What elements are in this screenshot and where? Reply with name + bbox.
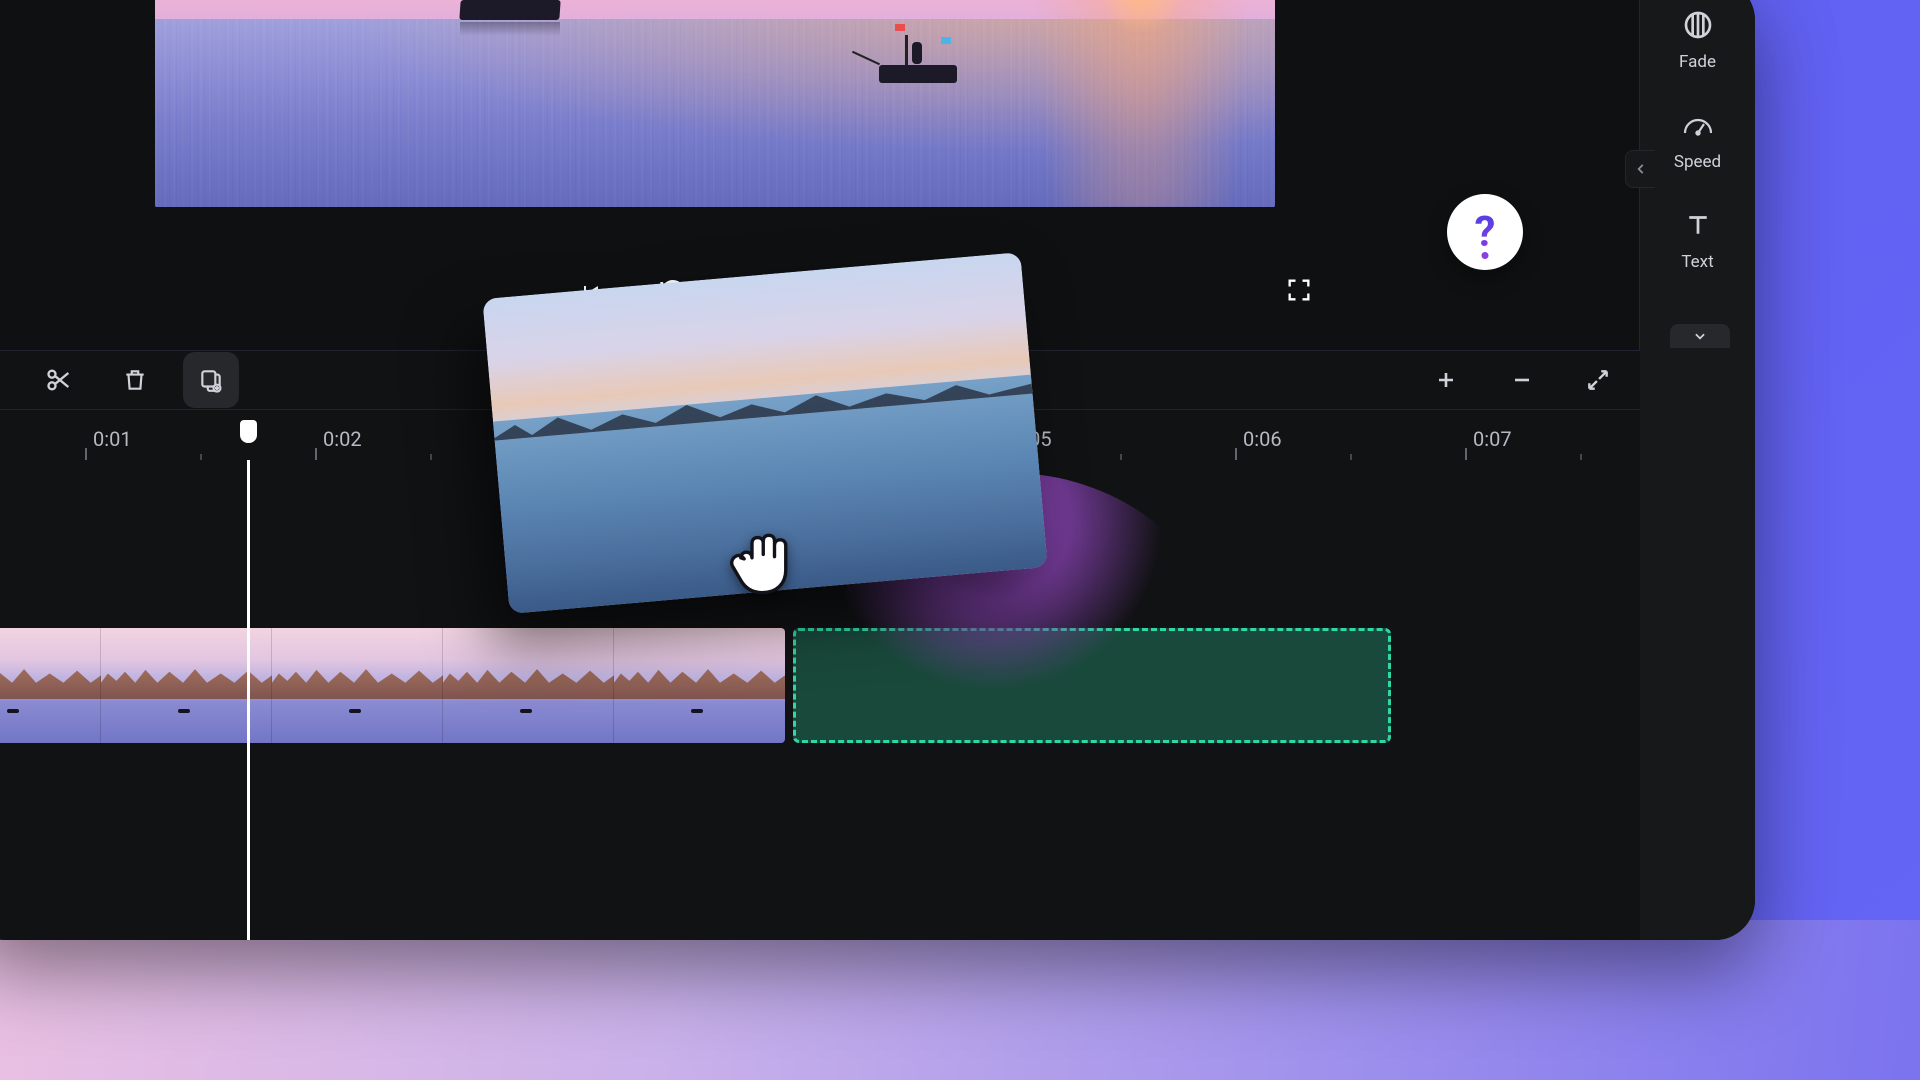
text-icon	[1681, 208, 1715, 242]
zoom-in-button[interactable]	[1418, 352, 1474, 408]
duplicate-button[interactable]	[183, 352, 239, 408]
help-button[interactable]: ?	[1447, 194, 1523, 270]
page-background-strip	[0, 920, 1920, 1080]
preview-canvas[interactable]	[155, 0, 1275, 207]
ruler-mark: 0:01	[93, 427, 132, 451]
redo-button[interactable]	[0, 352, 11, 408]
collapse-sidebar-button[interactable]	[1625, 150, 1655, 188]
playhead[interactable]	[247, 460, 250, 940]
preview-boat-1	[459, 0, 560, 20]
right-sidebar: Filters Fade Speed Text	[1639, 0, 1755, 940]
sidebar-label-text: Text	[1681, 252, 1713, 272]
ruler-mark: 0:02	[323, 427, 362, 451]
clip-thumbnail	[0, 628, 101, 743]
ruler-mark: 0:07	[1473, 427, 1512, 451]
zoom-out-button[interactable]	[1494, 352, 1550, 408]
video-clip[interactable]	[0, 628, 785, 743]
sidebar-item-fade[interactable]: Fade	[1640, 0, 1755, 90]
speed-icon	[1681, 108, 1715, 142]
clip-thumbnail	[614, 628, 785, 743]
help-icon: ?	[1475, 208, 1496, 257]
clip-thumbnail	[443, 628, 614, 743]
clip-thumbnail	[272, 628, 443, 743]
split-button[interactable]	[31, 352, 87, 408]
grab-cursor-icon	[725, 524, 797, 596]
sidebar-item-text[interactable]: Text	[1640, 190, 1755, 290]
preview-boat-2	[879, 65, 957, 83]
fullscreen-button[interactable]	[1285, 276, 1315, 306]
sidebar-label-fade: Fade	[1679, 52, 1716, 72]
timeline-tracks[interactable]	[0, 460, 1640, 940]
delete-button[interactable]	[107, 352, 163, 408]
expand-sidebar-down-button[interactable]	[1670, 324, 1730, 348]
fade-icon	[1681, 8, 1715, 42]
ruler-mark: 0:06	[1243, 427, 1282, 451]
sidebar-item-speed[interactable]: Speed	[1640, 90, 1755, 190]
sidebar-label-speed: Speed	[1674, 152, 1721, 172]
zoom-fit-button[interactable]	[1570, 352, 1626, 408]
editor-window: 5 5 Filters Fade Speed	[0, 0, 1755, 940]
